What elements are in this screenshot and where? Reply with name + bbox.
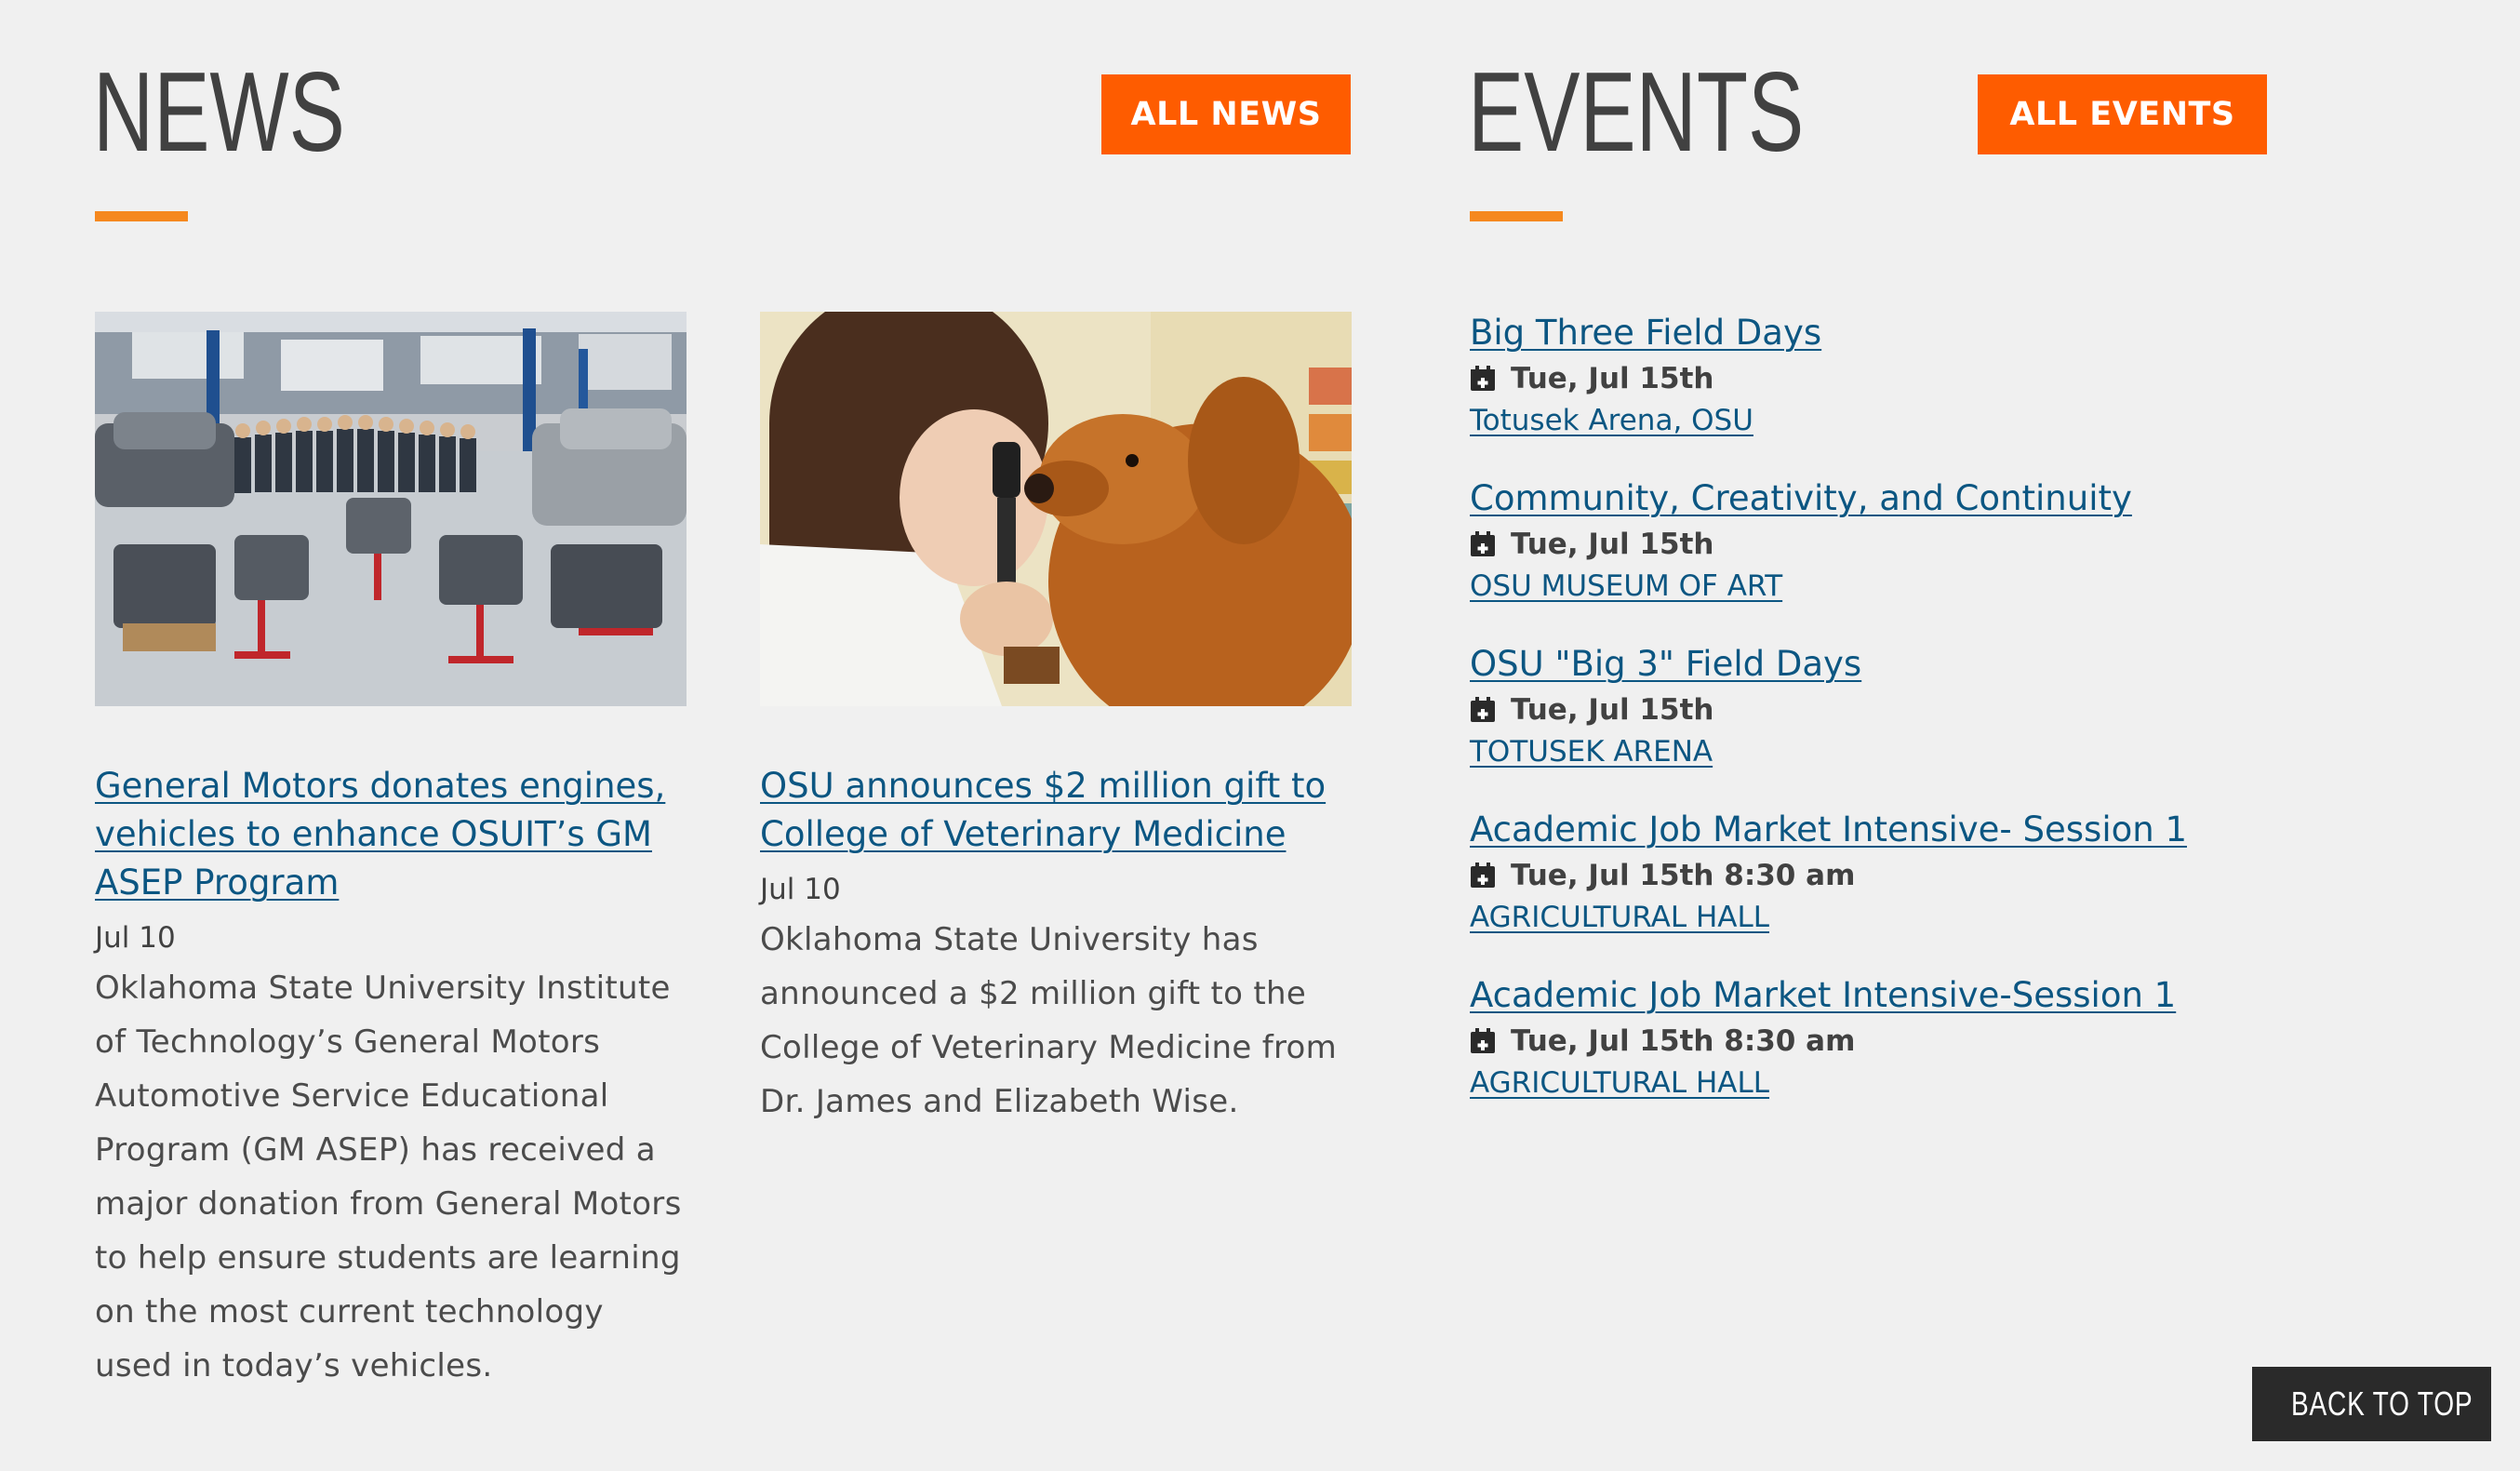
- event-date: Tue, Jul 15th: [1511, 528, 1714, 561]
- calendar-icon: [1471, 863, 1495, 888]
- calendar-icon: [1471, 697, 1495, 722]
- all-events-button[interactable]: ALL EVENTS: [1978, 74, 2267, 154]
- calendar-icon: [1471, 1028, 1495, 1053]
- news-date: Jul 10: [760, 873, 841, 906]
- event-title-link[interactable]: OSU "Big 3" Field Days: [1470, 644, 2353, 685]
- calendar-icon: [1471, 531, 1495, 556]
- calendar-icon: [1471, 366, 1495, 391]
- event-location-link[interactable]: TOTUSEK ARENA: [1470, 733, 2353, 770]
- event-item: Community, Creativity, and Continuity Tu…: [1470, 478, 2353, 605]
- event-title-link[interactable]: Academic Job Market Intensive- Session 1: [1470, 809, 2353, 850]
- event-location-link[interactable]: AGRICULTURAL HALL: [1470, 1064, 2353, 1102]
- event-date: Tue, Jul 15th 8:30 am: [1511, 1024, 1856, 1058]
- event-item: Big Three Field Days Tue, Jul 15th Totus…: [1470, 313, 2353, 439]
- event-item: OSU "Big 3" Field Days Tue, Jul 15th TOT…: [1470, 644, 2353, 770]
- news-image-vet-dog[interactable]: [760, 312, 1352, 706]
- news-card: General Motors donates engines, vehicles…: [95, 312, 687, 1393]
- event-location-link[interactable]: OSU MUSEUM OF ART: [1470, 568, 2353, 605]
- events-heading-underline: [1470, 211, 1563, 221]
- event-location-link[interactable]: Totusek Arena, OSU: [1470, 402, 2353, 439]
- event-date: Tue, Jul 15th: [1511, 693, 1714, 727]
- all-news-button[interactable]: ALL NEWS: [1101, 74, 1351, 154]
- news-description: Oklahoma State University Institute of T…: [95, 970, 682, 1384]
- event-title-link[interactable]: Big Three Field Days: [1470, 313, 2353, 354]
- event-date: Tue, Jul 15th: [1511, 362, 1714, 395]
- news-heading: NEWS: [93, 48, 345, 175]
- news-heading-underline: [95, 211, 188, 221]
- event-title-link[interactable]: Community, Creativity, and Continuity: [1470, 478, 2353, 519]
- event-date: Tue, Jul 15th 8:30 am: [1511, 859, 1856, 892]
- news-headline-link[interactable]: OSU announces $2 million gift to College…: [760, 762, 1352, 859]
- news-headline-link[interactable]: General Motors donates engines, vehicles…: [95, 762, 687, 907]
- news-date: Jul 10: [95, 921, 176, 955]
- event-title-link[interactable]: Academic Job Market Intensive-Session 1: [1470, 975, 2353, 1016]
- news-image-gm-shop[interactable]: [95, 312, 687, 706]
- back-to-top-button[interactable]: BACK TO TOP: [2252, 1367, 2491, 1441]
- event-item: Academic Job Market Intensive-Session 1 …: [1470, 975, 2353, 1102]
- news-description: Oklahoma State University has announced …: [760, 921, 1338, 1120]
- back-to-top-label: BACK TO TOP: [2291, 1384, 2473, 1423]
- event-item: Academic Job Market Intensive- Session 1…: [1470, 809, 2353, 936]
- event-location-link[interactable]: AGRICULTURAL HALL: [1470, 899, 2353, 936]
- events-heading: EVENTS: [1468, 48, 1805, 175]
- news-card: OSU announces $2 million gift to College…: [760, 312, 1352, 1129]
